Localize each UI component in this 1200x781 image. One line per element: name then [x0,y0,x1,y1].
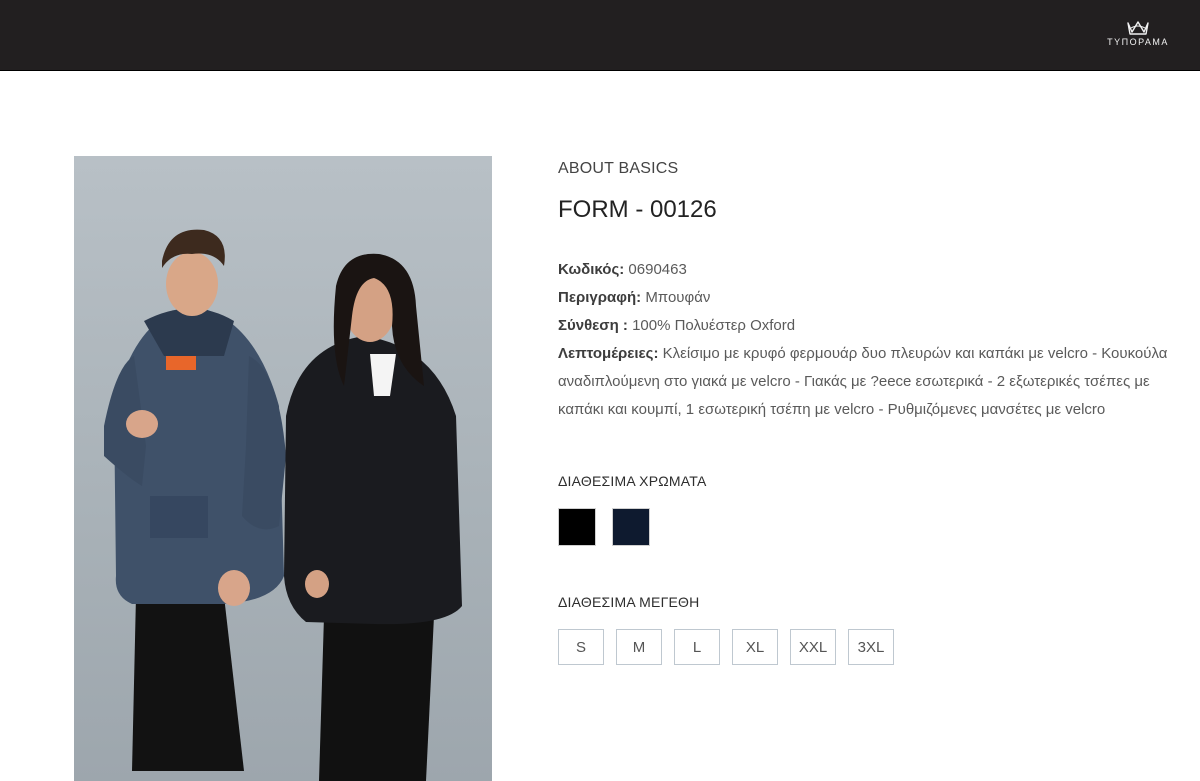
product-brand: ABOUT BASICS [558,160,679,177]
colors-heading: ΔΙΑΘΕΣΙΜΑ ΧΡΩΜΑΤΑ [558,473,707,489]
spec-composition: Σύνθεση : 100% Πολυέστερ Oxford [558,312,1168,340]
product-title: FORM - 00126 [558,196,717,223]
logo-text: ΤΥΠΟΡΑΜΑ [1107,37,1169,47]
spec-code: Κωδικός: 0690463 [558,256,1168,284]
sizes-heading: ΔΙΑΘΕΣΙΜΑ ΜΕΓΕΘΗ [558,594,700,610]
size-option-xl[interactable]: XL [732,629,778,665]
spec-label: Σύνθεση : [558,317,628,334]
size-option-xxl[interactable]: XXL [790,629,836,665]
size-option-s[interactable]: S [558,629,604,665]
spec-label: Λεπτομέρειες: [558,345,659,362]
product-specs: Κωδικός: 0690463 Περιγραφή: Μπουφάν Σύνθ… [558,256,1168,424]
size-option-l[interactable]: L [674,629,720,665]
product-info: ABOUT BASICS FORM - 00126 Κωδικός: 06904… [558,160,1168,665]
spec-value: Μπουφάν [645,289,711,306]
spec-label: Κωδικός: [558,261,625,278]
size-option-3xl[interactable]: 3XL [848,629,894,665]
spec-description: Περιγραφή: Μπουφάν [558,284,1168,312]
woman-figure [284,253,462,781]
color-swatch-navy[interactable] [612,508,650,546]
size-option-m[interactable]: M [616,629,662,665]
color-swatches [558,508,650,546]
man-figure [104,229,286,771]
spec-value: 100% Πολυέστερ Oxford [632,317,796,334]
product-photo [74,156,492,781]
color-swatch-black[interactable] [558,508,596,546]
size-options: S M L XL XXL 3XL [558,629,894,665]
spec-label: Περιγραφή: [558,289,642,306]
crown-icon [1102,20,1174,36]
brand-logo[interactable]: ΤΥΠΟΡΑΜΑ [1102,20,1174,52]
spec-value: 0690463 [628,261,687,278]
top-bar: ΤΥΠΟΡΑΜΑ [0,0,1200,71]
spec-details: Λεπτομέρειες: Κλείσιμο με κρυφό φερμουάρ… [558,340,1168,424]
